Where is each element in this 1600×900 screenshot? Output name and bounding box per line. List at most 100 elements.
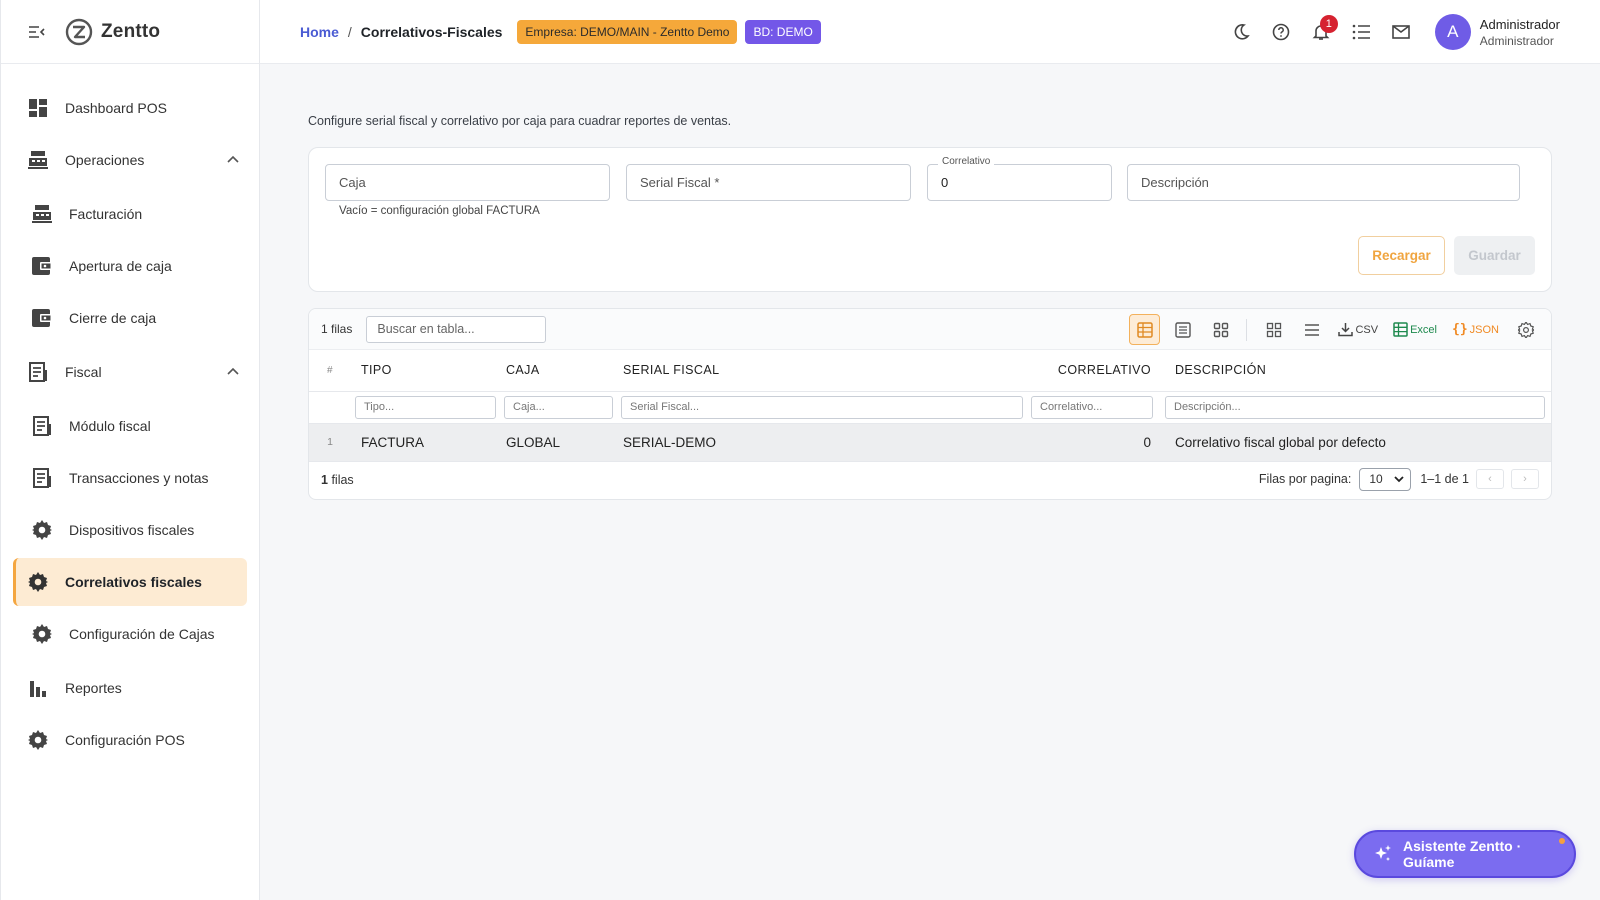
topbar: Home / Correlativos-Fiscales Empresa: DE…	[260, 0, 1600, 64]
sidebar-item-apertura-de-caja[interactable]: Apertura de caja	[13, 242, 247, 290]
prev-page-button[interactable]: ‹	[1476, 469, 1504, 489]
breadcrumb: Home / Correlativos-Fiscales	[300, 24, 502, 40]
sidebar-item-label: Dispositivos fiscales	[69, 522, 195, 538]
gear-icon	[31, 519, 53, 541]
dashboard-icon	[27, 97, 49, 119]
sidebar-item-dispositivos-fiscales[interactable]: Dispositivos fiscales	[13, 506, 247, 554]
sidebar-item-label: Reportes	[65, 680, 122, 696]
column-header-serial-fiscal[interactable]: SERIAL FISCAL	[617, 350, 1027, 392]
notifications-badge: 1	[1319, 15, 1338, 33]
save-button[interactable]: Guardar	[1454, 236, 1535, 275]
chevron-left-icon: ‹	[1488, 473, 1492, 485]
user-menu[interactable]: A Administrador Administrador	[1434, 14, 1560, 50]
sidebar-item-label: Apertura de caja	[69, 258, 172, 274]
cell-serial-fiscal: SERIAL-DEMO	[617, 423, 1027, 462]
cell-correlativo: 0	[1027, 423, 1157, 462]
card-view-icon[interactable]	[1205, 314, 1236, 345]
mail-icon[interactable]	[1381, 12, 1421, 52]
receipt-icon	[31, 415, 53, 437]
sidebar-item-reportes[interactable]: Reportes	[13, 664, 247, 712]
breadcrumb-home-link[interactable]: Home	[300, 24, 339, 40]
sidebar-item-label: Correlativos fiscales	[65, 574, 202, 590]
sidebar-item-cierre-de-caja[interactable]: Cierre de caja	[13, 294, 247, 342]
chevron-right-icon: ›	[1523, 473, 1527, 485]
wallet-icon	[31, 255, 53, 277]
filter-correlativo-input[interactable]: Correlativo...	[1031, 395, 1153, 419]
sidebar-item-label: Configuración POS	[65, 732, 185, 748]
chevron-up-icon	[227, 367, 239, 375]
correlativos-table: # TIPO CAJA SERIAL FISCAL CORRELATIVO DE…	[309, 350, 1551, 462]
filter-serial-input[interactable]: Serial Fiscal...	[621, 395, 1023, 419]
main-content: Configure serial fiscal y correlativo po…	[308, 64, 1552, 500]
gear-icon	[31, 623, 53, 645]
column-header-tipo[interactable]: TIPO	[351, 350, 500, 392]
page-range: 1–1 de 1	[1420, 472, 1469, 486]
table-header-row: # TIPO CAJA SERIAL FISCAL CORRELATIVO DE…	[309, 350, 1551, 392]
density-icon[interactable]	[1296, 314, 1327, 345]
breadcrumb-current: Correlativos-Fiscales	[360, 23, 503, 40]
list-view-icon[interactable]	[1167, 314, 1198, 345]
row-index: 1	[309, 423, 351, 462]
column-header-descripcion[interactable]: DESCRIPCIÓN	[1157, 350, 1551, 392]
rows-count: 1 filas	[321, 322, 353, 336]
sidebar-item-operaciones[interactable]: Operaciones	[13, 136, 247, 184]
correlativo-field[interactable]: Correlativo 0	[927, 156, 1112, 201]
export-csv-button[interactable]: CSV	[1334, 314, 1382, 345]
reload-button[interactable]: Recargar	[1358, 236, 1445, 275]
chevron-down-icon	[1394, 475, 1404, 482]
export-json-button[interactable]: {} JSON	[1448, 314, 1503, 345]
sidebar-item-fiscal[interactable]: Fiscal	[13, 348, 247, 396]
register-icon	[31, 203, 53, 225]
filter-caja-input[interactable]: Caja...	[504, 395, 613, 419]
cell-descripcion: Correlativo fiscal global por defecto	[1157, 423, 1551, 462]
assistant-status-dot	[1559, 838, 1565, 844]
table-pagination: 1 filas Filas por pagina: 10 1–1 de 1 ‹ …	[309, 462, 1551, 499]
table-view-icon[interactable]	[1129, 314, 1161, 345]
column-grid-icon[interactable]	[1258, 314, 1289, 345]
receipt-icon	[31, 467, 53, 489]
export-excel-button[interactable]: Excel	[1389, 314, 1441, 345]
sidebar-item-correlativos-fiscales[interactable]: Correlativos fiscales	[13, 558, 247, 606]
column-header-index: #	[309, 350, 351, 392]
rows-per-page-select[interactable]: 10	[1359, 467, 1412, 491]
caja-field[interactable]: Caja	[325, 164, 610, 201]
sidebar-item-modulo-fiscal[interactable]: Módulo fiscal	[13, 402, 247, 450]
filter-descripcion-input[interactable]: Descripción...	[1165, 395, 1545, 419]
sidebar-item-dashboard-pos[interactable]: Dashboard POS	[13, 84, 247, 132]
descripcion-field[interactable]: Descripción	[1127, 164, 1520, 201]
user-name: Administrador	[1479, 16, 1560, 32]
toolbar-divider	[1246, 318, 1248, 341]
sidebar-item-configuracion-de-cajas[interactable]: Configuración de Cajas	[13, 610, 247, 658]
top-actions: 1 A Administrador Administrador	[1221, 0, 1600, 64]
descripcion-placeholder: Descripción	[1141, 175, 1209, 190]
column-header-caja[interactable]: CAJA	[500, 350, 617, 392]
table-row[interactable]: 1 FACTURA GLOBAL SERIAL-DEMO 0 Correlati…	[309, 423, 1551, 462]
sidebar-item-transacciones-y-notas[interactable]: Transacciones y notas	[13, 454, 247, 502]
task-list-icon[interactable]	[1341, 12, 1381, 52]
gear-icon	[27, 729, 49, 751]
sidebar-item-configuracion-pos[interactable]: Configuración POS	[13, 716, 247, 764]
serial-fiscal-field[interactable]: Serial Fiscal *	[626, 164, 911, 201]
next-page-button[interactable]: ›	[1511, 469, 1539, 489]
table-toolbar: 1 filas Buscar en tabla... CSV Excel {} …	[309, 309, 1551, 350]
gear-icon	[27, 571, 49, 593]
database-chip[interactable]: BD: DEMO	[745, 19, 821, 44]
dark-mode-icon[interactable]	[1221, 12, 1261, 52]
sidebar-item-label: Transacciones y notas	[69, 470, 209, 486]
assistant-button[interactable]: Asistente Zentto · Guíame	[1354, 830, 1576, 878]
app-name: Zentto	[101, 20, 161, 42]
table-search-input[interactable]: Buscar en tabla...	[366, 315, 547, 343]
rows-per-page-label: Filas por pagina:	[1258, 472, 1352, 486]
company-chip[interactable]: Empresa: DEMO/MAIN - Zentto Demo	[517, 19, 738, 44]
table-settings-gear-icon[interactable]	[1510, 314, 1541, 345]
help-icon[interactable]	[1261, 12, 1301, 52]
notifications-icon[interactable]: 1	[1301, 12, 1341, 52]
column-header-correlativo[interactable]: CORRELATIVO	[1027, 350, 1157, 392]
collapse-menu-icon[interactable]	[27, 22, 47, 42]
serial-fiscal-placeholder: Serial Fiscal *	[640, 175, 720, 190]
sidebar-item-facturacion[interactable]: Facturación	[13, 190, 247, 238]
sidebar-item-label: Módulo fiscal	[69, 418, 151, 434]
filter-tipo-input[interactable]: Tipo...	[355, 395, 496, 419]
sidebar-item-label: Configuración de Cajas	[69, 626, 215, 642]
sidebar-item-label: Dashboard POS	[65, 100, 167, 116]
